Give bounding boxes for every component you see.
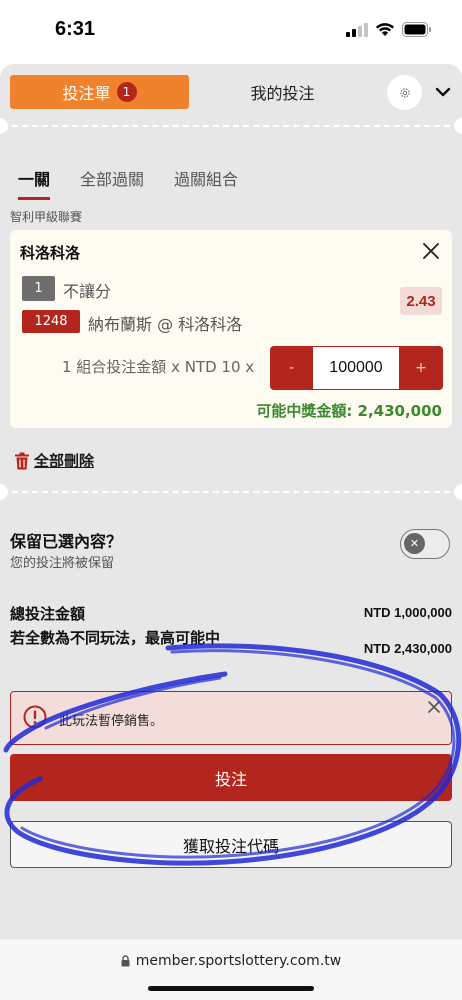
collapse-button[interactable] xyxy=(432,81,454,103)
market-name: 不讓分 xyxy=(63,282,112,301)
max-payout-value: NTD 2,430,000 xyxy=(363,641,452,656)
chevron-down-icon xyxy=(435,87,451,97)
cellular-signal-icon xyxy=(346,22,368,37)
settings-button[interactable] xyxy=(387,75,422,110)
stake-stepper: - + xyxy=(270,346,443,390)
status-icons xyxy=(346,22,432,37)
place-bet-button[interactable]: 投注 xyxy=(10,754,452,801)
close-icon[interactable] xyxy=(427,700,441,714)
keep-selections-title: 保留已選內容？ xyxy=(10,532,123,551)
url-display[interactable]: member.sportslottery.com.tw xyxy=(0,953,462,969)
max-payout-label: 若全數為不同玩法，最高可能中 xyxy=(10,629,221,647)
selection-team: 科洛科洛 xyxy=(20,244,81,262)
game-code-badge: 1248 xyxy=(22,310,80,333)
keep-selections-subtitle: 您的投注將被保留 xyxy=(10,556,115,571)
betslip-count-badge: 1 xyxy=(116,82,137,102)
battery-icon xyxy=(402,22,431,37)
alert-message: 此玩法暫停銷售。 xyxy=(59,714,164,729)
tab-all-parlay[interactable]: 全部過關 xyxy=(80,166,144,200)
status-bar: 6:31 xyxy=(0,0,462,62)
status-time: 6:31 xyxy=(55,18,96,40)
odds-value: 2.43 xyxy=(400,287,442,315)
total-stake-value: NTD 1,000,000 xyxy=(363,605,452,620)
suspended-alert: 此玩法暫停銷售。 xyxy=(10,691,452,745)
tab-parlay-combo[interactable]: 過關組合 xyxy=(174,166,238,200)
stake-input[interactable] xyxy=(313,347,399,389)
toggle-off-icon: ✕ xyxy=(404,533,425,554)
stake-increase-button[interactable]: + xyxy=(399,346,443,390)
lock-icon xyxy=(121,955,130,967)
tab-single[interactable]: 一關 xyxy=(18,166,51,200)
total-stake-label: 總投注金額 xyxy=(10,605,86,623)
get-bet-code-button[interactable]: 獲取投注代碼 xyxy=(10,821,452,868)
tab-mybets[interactable]: 我的投注 xyxy=(200,75,365,109)
bet-type-tabs: 一關 全部過關 過關組合 xyxy=(18,166,268,200)
gear-icon xyxy=(399,87,410,98)
tab-betslip-label: 投注單 xyxy=(62,84,111,103)
potential-payout: 可能中獎金額: 2,430,000 xyxy=(256,402,442,420)
league-name: 智利甲級聯賽 xyxy=(10,210,83,224)
wifi-icon xyxy=(376,23,394,36)
market-code-badge: 1 xyxy=(22,276,55,301)
warning-icon xyxy=(23,705,47,729)
delete-all-button[interactable]: 全部刪除 xyxy=(14,450,94,471)
stake-label: 1 組合投注金額 x NTD 10 x xyxy=(62,358,255,376)
divider xyxy=(0,118,462,134)
remove-selection-icon[interactable] xyxy=(422,242,440,260)
keep-selections-toggle[interactable]: ✕ xyxy=(400,529,450,559)
trash-icon xyxy=(15,452,29,469)
home-indicator[interactable] xyxy=(148,986,314,991)
browser-url-bar[interactable]: member.sportslottery.com.tw xyxy=(0,938,462,1000)
betslip-sheet: 投注單 1 我的投注 一關 全部過關 過關組合 智利甲級聯賽 科洛科洛 1 不讓 xyxy=(0,64,462,938)
tab-betslip[interactable]: 投注單 1 xyxy=(10,75,189,109)
delete-all-label: 全部刪除 xyxy=(34,452,95,470)
divider xyxy=(0,484,462,500)
url-text: member.sportslottery.com.tw xyxy=(135,953,342,969)
match-name: 納布蘭斯 @ 科洛科洛 xyxy=(88,315,243,334)
betslip-header: 投注單 1 我的投注 xyxy=(0,64,462,124)
bet-selection-card: 科洛科洛 1 不讓分 1248 納布蘭斯 @ 科洛科洛 2.43 1 組合投注金… xyxy=(10,230,452,428)
stake-decrease-button[interactable]: - xyxy=(270,346,313,390)
